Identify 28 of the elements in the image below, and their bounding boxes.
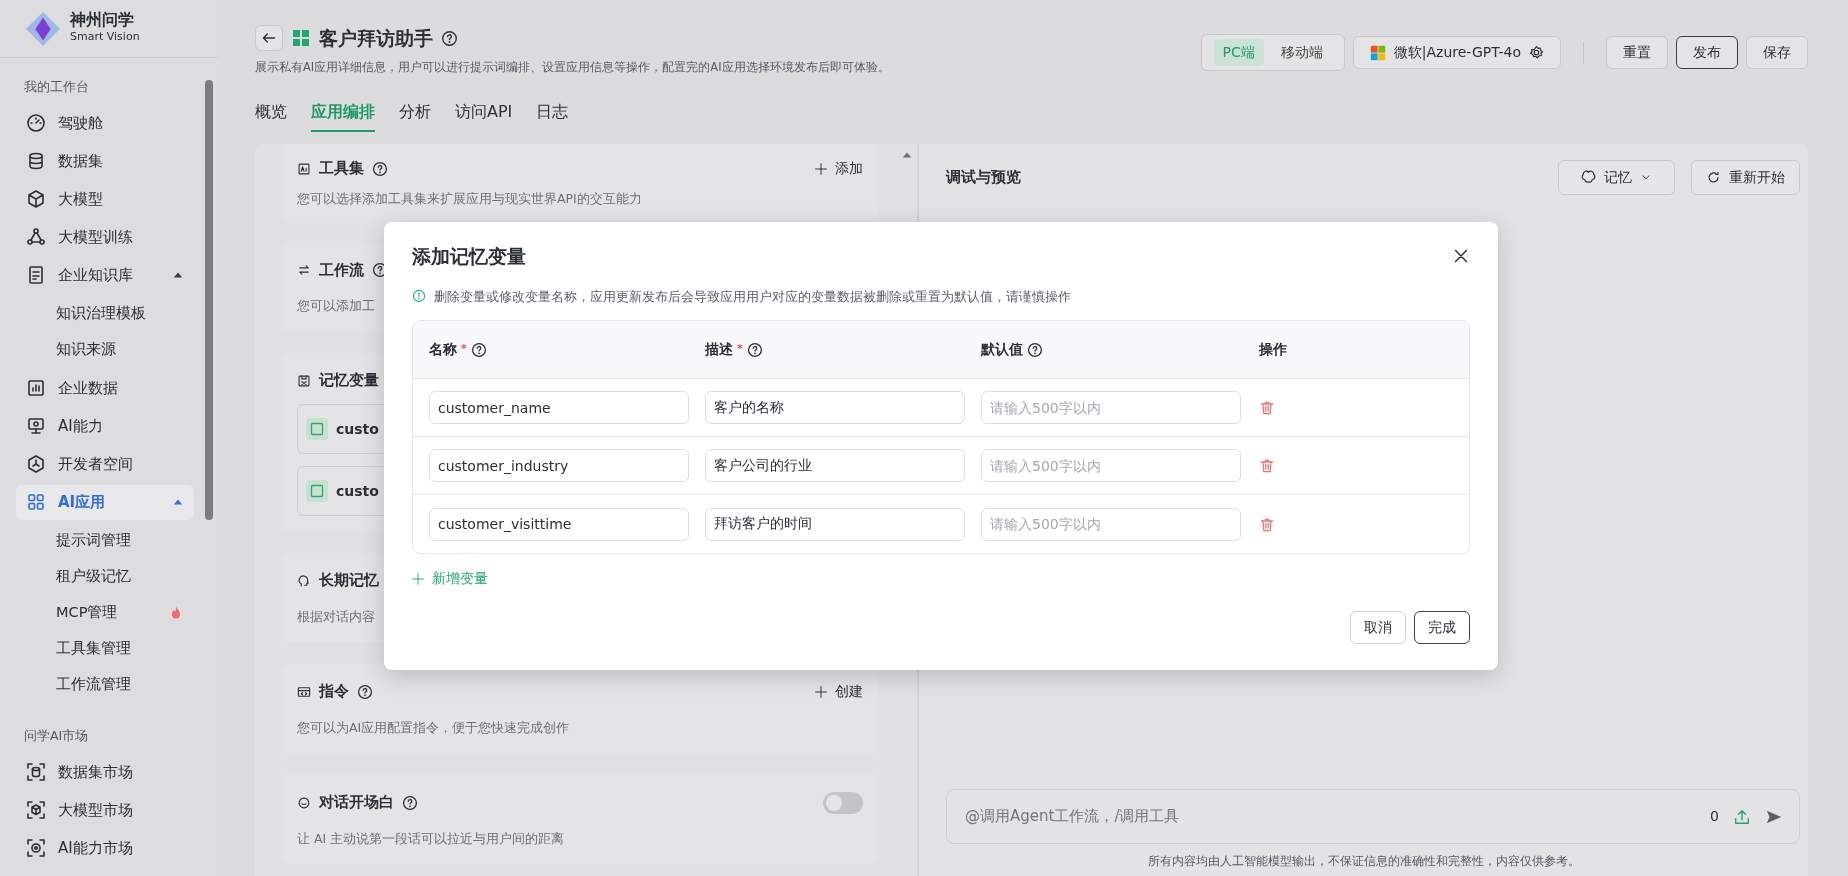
section-description: 您可以选择添加工具集来扩展应用与现实世界API的交互能力 <box>297 189 642 208</box>
column-header: 名称 <box>429 340 457 359</box>
character-counter: 0 <box>1710 807 1719 826</box>
section-label: 问学AI市场 <box>23 726 90 745</box>
logo-subtitle: Smart Vision <box>70 29 140 46</box>
panel-title: 调试与预览 <box>946 167 1021 188</box>
section-title: 记忆变量 <box>319 371 379 391</box>
section-title: 工具集 <box>319 158 364 178</box>
section-title: 长期记忆 <box>319 571 379 590</box>
warning-text: 删除变量或修改变量名称，应用更新发布后会导致应用用户对应的变量数据被删除或重置为默认值，请谨慎操作 <box>434 287 1071 306</box>
disclaimer-text: 所有内容均由人工智能模型输出，不保证信息的准确性和完整性，内容仅供参考。 <box>1146 853 1581 870</box>
section-description: 您可以添加工 <box>297 297 375 316</box>
column-header: 操作 <box>1259 340 1287 359</box>
logo-title: 神州问学 <box>70 11 135 30</box>
required-asterisk: * <box>461 341 467 357</box>
section-description: 您可以为AI应用配置指令，便于您快速完成创作 <box>297 718 570 737</box>
section-title: 工作流 <box>319 260 364 280</box>
section-description: 根据对话内容 <box>297 607 375 626</box>
required-asterisk: * <box>737 341 743 357</box>
dialog-title: 添加记忆变量 <box>412 244 526 269</box>
section-label: 我的工作台 <box>23 78 90 96</box>
section-description: 让 AI 主动说第一段话可以拉近与用户间的距离 <box>297 829 565 848</box>
page-subtitle: 展示私有AI应用详细信息，用户可以进行提示词编排、设置应用信息等操作，配置完的AI应用选择环境发布后即可体验。 <box>255 58 890 76</box>
section-title: 指令 <box>319 681 349 701</box>
column-header: 默认值 <box>981 340 1023 359</box>
page-title: 客户拜访助手 <box>319 26 433 51</box>
section-title: 对话开场白 <box>319 792 394 812</box>
column-header: 描述 <box>705 340 733 359</box>
